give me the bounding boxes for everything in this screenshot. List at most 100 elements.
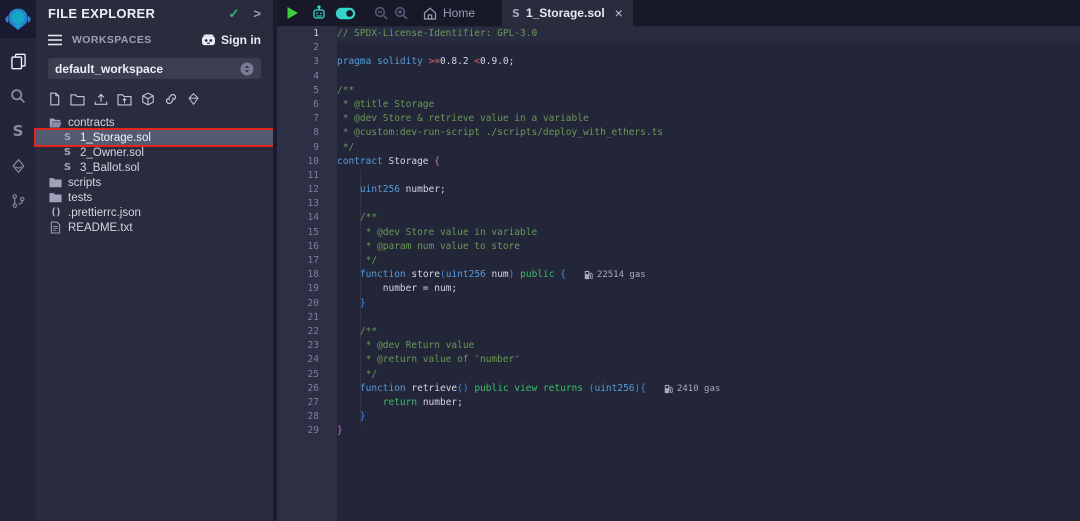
solidity-file-icon: S [512, 7, 520, 20]
code-line[interactable]: */ [337, 254, 1080, 268]
code-line[interactable]: * @title Storage [337, 98, 1080, 112]
line-number: 29 [277, 424, 319, 438]
line-number: 20 [277, 297, 319, 311]
line-number: 17 [277, 254, 319, 268]
line-number: 11 [277, 169, 319, 183]
code-line[interactable] [337, 41, 1080, 55]
line-number: 24 [277, 353, 319, 367]
code-line[interactable]: */ [337, 141, 1080, 155]
line-number: 2 [277, 41, 319, 55]
code-line[interactable]: function retrieve() public view returns … [337, 382, 1080, 396]
gas-estimate: 22514 gas [584, 268, 646, 282]
cube-icon[interactable] [141, 92, 155, 106]
check-icon[interactable]: ✓ [229, 6, 240, 22]
code-line[interactable]: number = num; [337, 282, 1080, 296]
file-explorer-toolbar [36, 92, 273, 106]
line-number: 13 [277, 197, 319, 211]
code-line[interactable]: * @param num value to store [337, 240, 1080, 254]
folder-icon [49, 192, 62, 203]
tree-item-label: tests [68, 192, 92, 204]
solidity-compiler-icon[interactable]: S [0, 121, 36, 141]
line-number: 25 [277, 368, 319, 382]
code-line[interactable]: */ [337, 368, 1080, 382]
chevron-right-icon[interactable]: > [253, 6, 261, 21]
line-number: 18 [277, 268, 319, 282]
code-line[interactable] [337, 70, 1080, 84]
line-number: 19 [277, 282, 319, 296]
code-line[interactable]: * @custom:dev-run-script ./scripts/deplo… [337, 126, 1080, 140]
active-tab-label: 1_Storage.sol [526, 6, 605, 20]
sign-in-label: Sign in [221, 33, 261, 47]
tree-item-label: contracts [68, 117, 115, 129]
search-icon[interactable] [0, 86, 36, 106]
tree-item-label: 2_Owner.sol [80, 147, 144, 159]
code-line[interactable]: /** [337, 325, 1080, 339]
run-script-button[interactable] [286, 6, 299, 20]
upload-folder-icon[interactable] [117, 93, 132, 106]
line-number: 12 [277, 183, 319, 197]
tab-close-icon[interactable]: × [615, 6, 623, 20]
code-content[interactable]: // SPDX-License-Identifier: GPL-3.0 pragm… [337, 26, 1080, 521]
git-icon[interactable] [0, 191, 36, 211]
workspace-selected-value: default_workspace [55, 62, 163, 76]
code-line[interactable]: function store(uint256 num) public {2251… [337, 268, 1080, 282]
code-line[interactable]: * @dev Store value in variable [337, 226, 1080, 240]
zoom-out-icon[interactable] [374, 6, 388, 20]
tree-item-readme-txt[interactable]: README.txt [36, 220, 273, 235]
code-line[interactable]: pragma solidity >=0.8.2 <0.9.0; [337, 55, 1080, 69]
line-number: 8 [277, 126, 319, 140]
code-line[interactable]: * @return value of 'number' [337, 353, 1080, 367]
file-icon [49, 221, 62, 234]
tree-item-2-owner-sol[interactable]: S2_Owner.sol [36, 145, 273, 160]
code-line[interactable]: contract Storage { [337, 155, 1080, 169]
tree-item-label: .prettierrc.json [68, 207, 141, 219]
remix-ide-window: S FILE EXPLORER ✓ > [0, 0, 1080, 521]
home-tab-label: Home [443, 6, 475, 20]
code-line[interactable]: } [337, 424, 1080, 438]
code-line[interactable] [337, 169, 1080, 183]
code-line[interactable]: /** [337, 211, 1080, 225]
code-line[interactable]: } [337, 410, 1080, 424]
new-file-icon[interactable] [48, 92, 61, 106]
tree-item-1-storage-sol[interactable]: S1_Storage.sol [36, 130, 273, 145]
tree-item-3-ballot-sol[interactable]: S3_Ballot.sol [36, 160, 273, 175]
line-number: 3 [277, 55, 319, 69]
code-line[interactable]: return number; [337, 396, 1080, 410]
upload-file-icon[interactable] [94, 93, 108, 106]
gas-estimate: 2410 gas [664, 382, 720, 396]
hamburger-menu-icon[interactable] [48, 34, 62, 46]
workspace-caret-icon [240, 62, 254, 76]
deploy-run-icon[interactable] [0, 156, 36, 176]
code-line[interactable]: * @dev Return value [337, 339, 1080, 353]
tree-item-label: scripts [68, 177, 101, 189]
tree-item-scripts[interactable]: scripts [36, 175, 273, 190]
remix-logo-icon[interactable] [0, 0, 36, 38]
github-icon [201, 34, 216, 47]
editor-area: Home S 1_Storage.sol × 12345678910111213… [277, 0, 1080, 521]
code-line[interactable] [337, 197, 1080, 211]
gem-icon[interactable] [187, 92, 200, 106]
new-folder-icon[interactable] [70, 93, 85, 106]
code-line[interactable] [337, 311, 1080, 325]
line-number: 5 [277, 84, 319, 98]
tree-item-tests[interactable]: tests [36, 190, 273, 205]
tree-item-contracts[interactable]: contracts [36, 115, 273, 130]
code-line[interactable]: // SPDX-License-Identifier: GPL-3.0 [337, 27, 1080, 41]
link-icon[interactable] [164, 92, 178, 106]
tab-1-storage-sol[interactable]: S 1_Storage.sol × [502, 0, 633, 26]
workspace-select[interactable]: default_workspace [48, 58, 261, 79]
folder-icon [49, 177, 62, 188]
ai-assistant-icon[interactable] [311, 5, 327, 21]
code-line[interactable]: /** [337, 84, 1080, 98]
ai-toggle-switch[interactable] [335, 7, 356, 20]
code-line[interactable]: uint256 number; [337, 183, 1080, 197]
code-line[interactable]: * @dev Store & retrieve value in a varia… [337, 112, 1080, 126]
file-explorer-icon[interactable] [0, 51, 36, 71]
zoom-in-icon[interactable] [394, 6, 408, 20]
tab-home[interactable]: Home [423, 6, 475, 20]
tree-item--prettierrc-json[interactable]: ().prettierrc.json [36, 205, 273, 220]
editor-topbar: Home S 1_Storage.sol × [277, 0, 1080, 26]
code-line[interactable]: } [337, 297, 1080, 311]
sign-in-button[interactable]: Sign in [201, 33, 261, 47]
line-number: 15 [277, 226, 319, 240]
